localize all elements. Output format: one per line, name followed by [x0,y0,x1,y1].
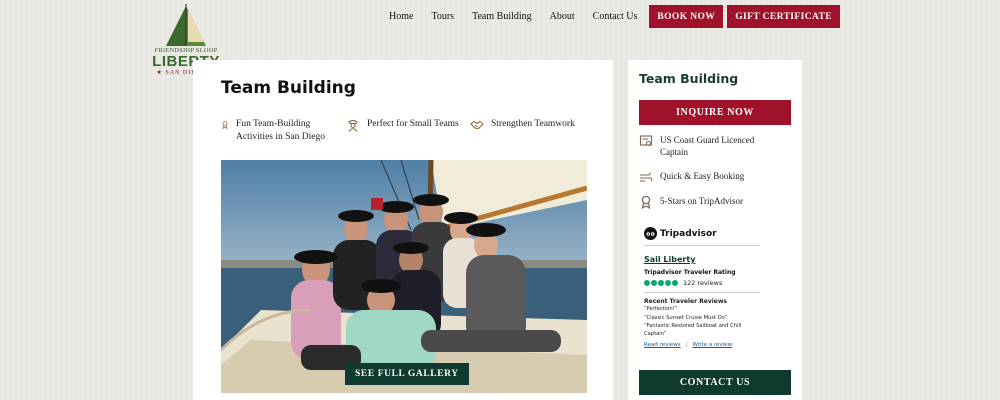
sailboat-group-photo [221,160,587,393]
team-photo [221,160,587,393]
review-snippet[interactable]: “Perfection!” [644,306,760,314]
feature-text: Perfect for Small Teams [367,119,459,129]
tripadvisor-widget: Tripadvisor Sail Liberty Tripadvisor Tra… [644,227,760,348]
tripadvisor-links: Read reviews | Write a review [644,342,760,348]
tripadvisor-brand-text: Tripadvisor [660,228,717,239]
sidebar-title: Team Building [639,71,739,86]
read-reviews-link[interactable]: Read reviews [644,342,681,348]
review-snippet[interactable]: “Classic Sunset Cruise Must Do” [644,315,760,323]
sidebar-feature: 5-Stars on TripAdvisor [639,195,780,209]
tripadvisor-rating-bubbles: 122 reviews [644,279,760,293]
sidebar-feature-text: US Coast Guard Licenced Captain [660,135,755,157]
rating-bubble-icon [658,280,664,286]
nav-tours[interactable]: Tours [431,11,454,22]
rating-bubble-icon [665,280,671,286]
feature-item: Strengthen Teamwork [470,118,575,132]
nav-home[interactable]: Home [389,11,413,22]
contact-us-button[interactable]: CONTACT US [639,370,791,395]
ribbon-icon [641,195,651,209]
link-separator: | [685,342,688,348]
nav-contact[interactable]: Contact Us [593,11,638,22]
handshake-icon [470,120,484,130]
sidebar-feature-text: 5-Stars on TripAdvisor [660,196,744,206]
sidebar-feature-text: Quick & Easy Booking [660,171,745,181]
sidebar-feature: US Coast Guard Licenced Captain [639,134,780,158]
main-content-card: Team Building Fun Team-Building Activiti… [193,60,613,400]
sidebar-feature: Quick & Easy Booking [639,170,780,184]
nav-about[interactable]: About [550,11,575,22]
tripadvisor-rating-label: Tripadvisor Traveler Rating [644,269,736,276]
wind-icon [640,172,653,182]
captain-icon [348,119,358,132]
tripadvisor-owl-icon [644,227,657,240]
feature-item: Perfect for Small Teams [346,118,459,132]
rating-bubble-icon [672,280,678,286]
sailboat-logo-icon [166,4,206,46]
main-nav: Home Tours Team Building About Contact U… [389,5,840,28]
ribbon-icon [222,121,228,130]
tripadvisor-brand: Tripadvisor [644,227,760,246]
rating-bubble-icon [644,280,650,286]
inquire-now-button[interactable]: INQUIRE NOW [639,100,791,125]
nav-team-building[interactable]: Team Building [472,11,532,22]
feature-text: Fun Team-Building Activities in San Dieg… [236,119,325,142]
book-now-button[interactable]: BOOK NOW [649,5,724,28]
write-review-link[interactable]: Write a review [692,342,732,348]
rating-bubble-icon [651,280,657,286]
sidebar-card: Team Building INQUIRE NOW US Coast Guard… [628,60,802,400]
certificate-icon [639,135,653,146]
feature-item: Fun Team-Building Activities in San Dieg… [221,118,331,144]
page-title: Team Building [221,78,356,98]
recent-reviews-heading: Recent Traveler Reviews [644,298,727,305]
gift-certificate-button[interactable]: GIFT CERTIFICATE [727,5,840,28]
review-snippet[interactable]: “Fantastic Restored Sailboat and Chill C… [644,323,760,338]
tripadvisor-business-link[interactable]: Sail Liberty [644,255,760,264]
see-full-gallery-button[interactable]: SEE FULL GALLERY [345,363,469,385]
tripadvisor-review-count[interactable]: 122 reviews [683,279,722,287]
feature-text: Strengthen Teamwork [491,119,575,129]
